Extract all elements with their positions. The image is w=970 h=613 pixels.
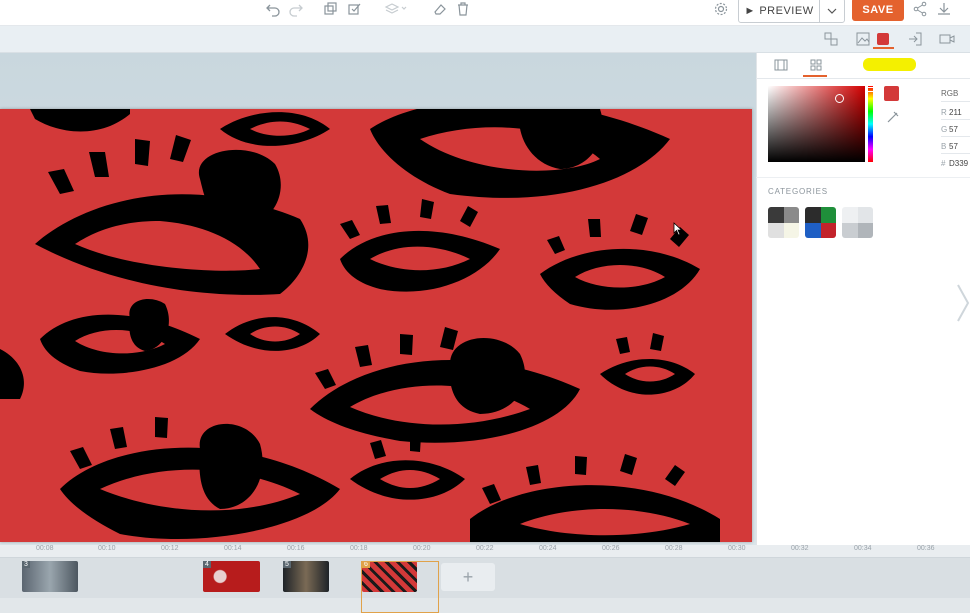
color-mode-label[interactable]: RGB — [941, 89, 958, 98]
scene-number: 3 — [22, 561, 30, 568]
undo-icon[interactable] — [262, 0, 284, 20]
download-icon[interactable] — [933, 0, 955, 20]
tick-label: 00:34 — [854, 545, 872, 552]
category-swatch-primary[interactable] — [805, 207, 836, 238]
preview-button[interactable]: ► PREVIEW — [738, 0, 845, 23]
tick-label: 00:36 — [917, 545, 935, 552]
color-picker-handle[interactable] — [835, 94, 844, 103]
scene-clip[interactable] — [203, 561, 260, 592]
film-icon[interactable] — [770, 54, 792, 76]
r-label: R — [941, 108, 947, 117]
replace-icon[interactable] — [820, 28, 842, 50]
swatch — [842, 207, 858, 223]
grid-icon[interactable] — [805, 54, 827, 76]
swatch — [768, 207, 784, 223]
mouse-cursor-icon — [673, 222, 683, 236]
g-label: G — [941, 125, 948, 134]
copy-style-icon[interactable] — [344, 0, 366, 20]
saturation-value-picker[interactable] — [768, 86, 865, 162]
save-button[interactable]: SAVE — [852, 0, 904, 21]
tick-label: 00:18 — [350, 545, 368, 552]
duplicate-icon[interactable] — [320, 0, 342, 20]
share-icon[interactable] — [909, 0, 931, 20]
video-icon[interactable] — [936, 28, 958, 50]
hue-slider[interactable] — [868, 86, 873, 162]
tick-label: 00:12 — [161, 545, 179, 552]
layers-icon[interactable] — [380, 0, 412, 20]
swatch — [768, 222, 784, 238]
eraser-icon[interactable] — [429, 0, 451, 20]
swatch — [842, 222, 858, 238]
swatch — [805, 207, 821, 223]
swatch — [820, 222, 836, 238]
tick-label: 00:24 — [539, 545, 557, 552]
tick-label: 00:30 — [728, 545, 746, 552]
add-scene-button[interactable]: + — [441, 563, 495, 591]
eyedropper-icon[interactable] — [882, 106, 904, 128]
scene-canvas[interactable] — [0, 109, 752, 542]
category-swatch-dark-grey[interactable] — [768, 207, 799, 238]
tick-label: 00:16 — [287, 545, 305, 552]
scene-number: 5 — [283, 561, 291, 568]
swatch — [783, 207, 799, 223]
exit-icon[interactable] — [904, 28, 926, 50]
selected-scene-frame — [361, 561, 439, 613]
image-icon[interactable] — [852, 28, 874, 50]
swatch — [783, 222, 799, 238]
g-input[interactable]: 57 — [949, 125, 958, 134]
swatch — [857, 222, 873, 238]
highlight-marker — [863, 58, 916, 71]
color-icon[interactable] — [877, 33, 889, 45]
preview-label[interactable]: ► PREVIEW — [739, 0, 820, 22]
tick-label: 00:28 — [665, 545, 683, 552]
divider — [756, 177, 970, 178]
tick-label: 00:26 — [602, 545, 620, 552]
eye-pattern-illustration — [0, 109, 720, 542]
tick-label: 00:08 — [36, 545, 54, 552]
hue-slider-handle[interactable] — [866, 87, 877, 92]
active-tab-indicator — [803, 75, 827, 77]
b-input[interactable]: 57 — [949, 142, 958, 151]
delete-icon[interactable] — [452, 0, 474, 20]
chevron-right-icon[interactable] — [956, 283, 970, 323]
swatch — [805, 222, 821, 238]
hex-label: # — [941, 159, 946, 168]
categories-heading: CATEGORIES — [768, 187, 828, 196]
tick-label: 00:22 — [476, 545, 494, 552]
current-color-swatch — [884, 86, 899, 101]
tick-label: 00:20 — [413, 545, 431, 552]
tick-label: 00:10 — [98, 545, 116, 552]
preview-dropdown-icon[interactable] — [820, 0, 844, 22]
active-tab-indicator — [873, 47, 894, 49]
settings-icon[interactable] — [710, 0, 732, 20]
r-input[interactable]: 211 — [949, 108, 962, 117]
tick-label: 00:14 — [224, 545, 242, 552]
hex-input[interactable]: D339 — [949, 159, 968, 168]
tick-label: 00:32 — [791, 545, 809, 552]
category-swatch-light-grey[interactable] — [842, 207, 873, 238]
b-label: B — [941, 142, 947, 151]
scene-clip[interactable] — [22, 561, 78, 592]
swatch — [820, 207, 836, 223]
redo-icon[interactable] — [285, 0, 307, 20]
swatch — [857, 207, 873, 223]
scene-number: 4 — [203, 561, 211, 568]
